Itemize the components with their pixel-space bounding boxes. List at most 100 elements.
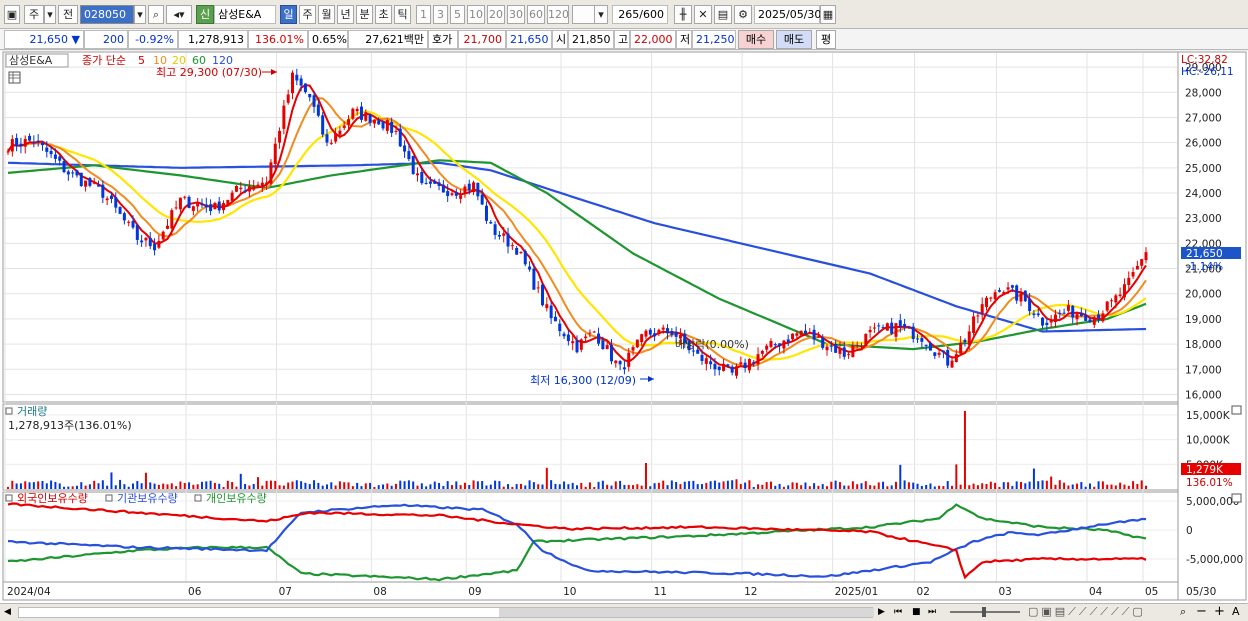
candle-body [454, 192, 458, 196]
volume-title: 거래량 [17, 405, 47, 418]
zoom-slider-handle[interactable] [982, 607, 986, 617]
date-tick-label: 2024/04 [7, 586, 51, 598]
volume-bar [481, 481, 484, 489]
interval-tab-4[interactable]: 20 [487, 5, 505, 24]
candle-body [924, 344, 928, 346]
table-icon[interactable] [8, 71, 21, 84]
volume-bar [916, 483, 919, 489]
scroll-right-icon[interactable]: ▶ [878, 606, 885, 619]
search-icon[interactable]: ⌕ [148, 5, 164, 24]
candle-body [743, 362, 747, 369]
buy-button[interactable]: 매수 [738, 30, 774, 49]
candle-body [71, 172, 75, 174]
flat-button[interactable]: 평 [816, 30, 836, 49]
candle-icon[interactable]: ╫ [674, 5, 692, 24]
chevron-down-icon[interactable]: ▾ [134, 5, 146, 24]
gear-icon[interactable]: ⚙ [734, 5, 752, 24]
candle-body [385, 120, 389, 131]
scroll-track[interactable] [18, 607, 874, 618]
rewind-icon[interactable]: ⏮ [894, 606, 902, 619]
interval-tab-0[interactable]: 1 [416, 5, 431, 24]
period-prefix-select[interactable]: 주 [24, 5, 44, 24]
period-tab-0[interactable]: 일 [280, 5, 297, 24]
holdings-panel-close-icon[interactable] [1231, 493, 1242, 503]
forward-icon[interactable]: ⏭ [928, 606, 936, 619]
interval-tab-7[interactable]: 120 [547, 5, 569, 24]
volume-bar [498, 481, 501, 489]
stock-code-input[interactable]: 028050 [80, 5, 134, 24]
crosshair-icon[interactable]: ✕ [694, 5, 712, 24]
volume-bar [11, 480, 14, 489]
volume-bar [670, 480, 673, 489]
candle-body [459, 195, 463, 199]
scroll-left-icon[interactable]: ◀ [4, 606, 16, 619]
candle-body [312, 95, 316, 107]
volume-panel-close-icon[interactable] [1231, 405, 1242, 415]
volume-bar [351, 486, 354, 489]
zoom-minus-button[interactable]: − [1196, 604, 1207, 619]
legend-indiv[interactable]: 개인보유수량 [206, 492, 267, 505]
stock-name-label: 삼성E&A [214, 5, 276, 24]
sell-button[interactable]: 매도 [776, 30, 812, 49]
legend-inst[interactable]: 기관보유수량 [117, 492, 178, 505]
chart-svg[interactable]: 29,00028,00027,00026,00025,00024,00023,0… [0, 51, 1248, 603]
scroll-thumb[interactable] [499, 608, 874, 617]
speaker-icon[interactable]: ◂▾ [166, 5, 192, 24]
candle-body [480, 194, 484, 205]
volume-bar [459, 485, 462, 489]
dividend-annotation: 배당락(0.00%) [675, 338, 749, 351]
drawing-tools-icons[interactable]: ▢▣▤⟋⟋⟋⟋⟋⟋▢ [1028, 605, 1146, 619]
stop-icon[interactable]: ■ [912, 606, 921, 619]
volume-bar [425, 486, 428, 489]
chevron-down-icon[interactable]: ▾ [44, 5, 56, 24]
chart-area[interactable]: 29,000 28,000 27,000 26,000 25,000 24,000 23,0… [0, 51, 1248, 603]
window-menu-icon[interactable]: ▣ [4, 5, 20, 24]
candle-body [467, 183, 471, 191]
candle-body [920, 338, 924, 342]
candle-body [1118, 294, 1122, 297]
date-field[interactable]: 2025/05/30 [754, 5, 821, 24]
data-count-field[interactable]: 265/600 [612, 5, 668, 24]
text-tool-button[interactable]: A [1232, 605, 1240, 619]
volume-bar [683, 481, 686, 489]
interval-tab-5[interactable]: 30 [507, 5, 525, 24]
period-tab-2[interactable]: 월 [318, 5, 335, 24]
interval-tab-1[interactable]: 3 [433, 5, 448, 24]
candle-body [631, 347, 635, 351]
interval-tab-3[interactable]: 10 [467, 5, 485, 24]
volume-bar [123, 484, 126, 489]
volume-bar [1063, 482, 1066, 489]
candle-body [536, 287, 540, 289]
volume-bar [84, 485, 87, 489]
interval-tab-2[interactable]: 5 [450, 5, 465, 24]
interval-tab-6[interactable]: 60 [527, 5, 545, 24]
chevron-down-icon[interactable]: ▾ [594, 5, 608, 24]
period-tab-3[interactable]: 년 [337, 5, 354, 24]
candle-body [75, 170, 79, 176]
period-tab-4[interactable]: 분 [356, 5, 373, 24]
volume-bar [959, 484, 962, 489]
price-tick-label: 28,000 [1185, 87, 1222, 99]
period-tab-1[interactable]: 주 [299, 5, 316, 24]
market-select[interactable]: 전 [58, 5, 78, 24]
volume-bar [692, 480, 695, 489]
volume-bar [390, 485, 393, 489]
period-tab-5[interactable]: 초 [375, 5, 392, 24]
legend-foreign[interactable]: 외국인보유수량 [17, 492, 88, 505]
candle-body [579, 339, 583, 350]
save-icon[interactable]: ▤ [714, 5, 732, 24]
volume-bar [321, 485, 324, 489]
candle-body [618, 361, 622, 365]
volume-panel-handle[interactable] [5, 407, 13, 415]
zoom-plus-button[interactable]: + [1214, 604, 1225, 619]
current-pct-tag: -1.14% [1186, 261, 1223, 273]
volume-bar [24, 481, 27, 489]
candle-body [260, 182, 264, 187]
volume-bar [399, 480, 402, 489]
period-tab-6[interactable]: 틱 [394, 5, 411, 24]
candle-body [519, 252, 523, 254]
holdings-panel-handle[interactable] [5, 494, 13, 502]
legend-ma5[interactable]: 5 [138, 54, 145, 67]
calendar-icon[interactable]: ▦ [820, 5, 836, 24]
zoom-out-icon[interactable]: ⌕ [1180, 605, 1186, 619]
